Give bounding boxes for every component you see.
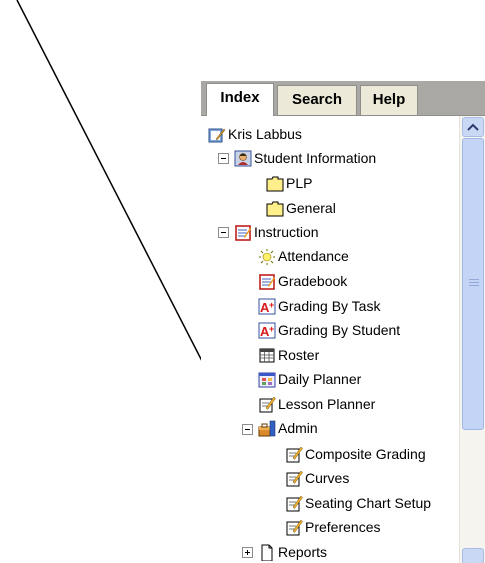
tree-item-label: Grading By Student — [278, 322, 401, 338]
tree-item-label: Student Information — [254, 150, 377, 166]
collapse-toggle-icon[interactable] — [218, 227, 229, 238]
tree-item-label: Grading By Task — [278, 298, 381, 314]
tree-item-label: PLP — [286, 175, 313, 191]
tree-item-label: Lesson Planner — [278, 396, 376, 412]
gradebook-icon — [235, 225, 251, 241]
expand-toggle-icon[interactable] — [242, 547, 253, 558]
vertical-scrollbar[interactable] — [459, 116, 485, 563]
tree-item-label: Preferences — [305, 519, 381, 535]
tree-item-label: Instruction — [254, 224, 319, 240]
tree-item-label: Composite Grading — [305, 446, 426, 462]
tree-item-label: General — [286, 200, 336, 216]
grip-line — [469, 285, 479, 286]
document-icon — [261, 544, 273, 561]
collapse-toggle-icon[interactable] — [218, 153, 229, 164]
grip-line — [469, 282, 479, 283]
tree-item-label: Admin — [278, 420, 318, 436]
tree-item-label: Seating Chart Setup — [305, 495, 432, 511]
calendar-icon — [258, 372, 276, 388]
tree-item-label: Kris Labbus — [228, 126, 302, 142]
scroll-thumb[interactable] — [462, 138, 484, 430]
tree-item-label: Daily Planner — [278, 371, 362, 387]
navigation-panel: Index Search Help Kris Labbus Student In… — [201, 81, 485, 563]
student-icon — [234, 150, 252, 167]
chevron-up-icon — [467, 123, 479, 131]
tree-item-label: Roster — [278, 347, 320, 363]
scroll-up-button[interactable] — [462, 117, 484, 137]
tree-item-label: Gradebook — [278, 273, 348, 289]
notepad-icon — [286, 519, 303, 536]
tree-item-label: Curves — [305, 470, 350, 486]
grade-a-plus-icon: A + — [258, 298, 276, 315]
gradebook-icon — [259, 274, 275, 290]
tab-index[interactable]: Index — [206, 83, 274, 116]
notebook-icon — [208, 128, 226, 143]
collapse-toggle-icon[interactable] — [242, 424, 253, 435]
admin-toolbox-icon — [258, 420, 276, 437]
tab-help[interactable]: Help — [360, 85, 418, 115]
scroll-down-button[interactable] — [462, 548, 484, 563]
folder-icon — [266, 201, 284, 217]
roster-icon — [259, 348, 275, 363]
folder-icon — [266, 176, 284, 192]
tree-view: Kris Labbus Student Information PLP Gene… — [201, 115, 485, 563]
tab-strip: Index Search Help — [201, 81, 485, 116]
notepad-icon — [286, 495, 303, 512]
svg-text:+: + — [269, 300, 274, 310]
notepad-icon — [286, 446, 303, 463]
tab-search[interactable]: Search — [277, 85, 357, 115]
tree-list: Kris Labbus Student Information PLP Gene… — [201, 116, 459, 563]
attendance-icon — [259, 249, 275, 265]
tree-item-label: Reports — [278, 544, 328, 560]
notepad-icon — [259, 396, 276, 413]
tree-item-label: Attendance — [278, 248, 349, 264]
grip-line — [469, 279, 479, 280]
grade-a-plus-icon: A + — [258, 322, 276, 339]
svg-text:+: + — [269, 324, 274, 334]
notepad-icon — [286, 470, 303, 487]
